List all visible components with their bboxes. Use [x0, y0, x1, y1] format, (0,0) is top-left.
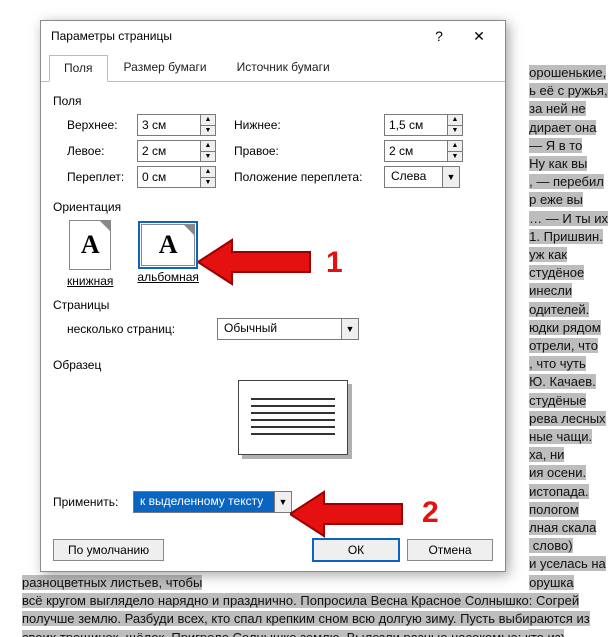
input-top[interactable]: ▲▼	[137, 114, 216, 136]
label-apply: Применить:	[53, 495, 133, 509]
page-setup-dialog: Параметры страницы ? ✕ Поля Размер бумаг…	[40, 20, 506, 572]
group-margins-title: Поля	[53, 94, 493, 108]
spin-up-icon[interactable]: ▲	[448, 115, 462, 126]
label-top: Верхнее:	[67, 118, 137, 132]
input-gutter[interactable]: ▲▼	[137, 166, 216, 188]
page-preview	[238, 380, 348, 455]
label-gutter: Переплет:	[67, 170, 137, 184]
spin-down-icon[interactable]: ▼	[201, 178, 215, 188]
label-right: Правое:	[234, 144, 384, 158]
input-right[interactable]: ▲▼	[384, 140, 463, 162]
group-pages-title: Страницы	[53, 298, 493, 312]
input-bottom-field[interactable]	[385, 115, 447, 135]
select-multi-pages-value: Обычный	[218, 319, 295, 337]
spin-up-icon[interactable]: ▲	[201, 167, 215, 178]
dialog-title: Параметры страницы	[51, 29, 419, 43]
set-default-button[interactable]: По умолчанию	[53, 539, 164, 561]
tab-paper-size[interactable]: Размер бумаги	[110, 55, 221, 81]
select-apply-to[interactable]: к выделенному тексту ▼	[133, 491, 292, 513]
help-button[interactable]: ?	[419, 22, 459, 50]
ok-button[interactable]: ОК	[313, 539, 399, 561]
chevron-down-icon[interactable]: ▼	[274, 492, 291, 512]
input-top-field[interactable]	[138, 115, 200, 135]
group-preview-title: Образец	[53, 358, 493, 372]
input-left[interactable]: ▲▼	[137, 140, 216, 162]
select-apply-to-value: к выделенному тексту	[134, 492, 274, 512]
label-left: Левое:	[67, 144, 137, 158]
select-gutter-pos-value: Слева	[385, 167, 444, 185]
annotation-number-1: 1	[326, 246, 343, 280]
spin-down-icon[interactable]: ▼	[201, 152, 215, 162]
spin-down-icon[interactable]: ▼	[201, 126, 215, 136]
spin-up-icon[interactable]: ▲	[201, 115, 215, 126]
spin-up-icon[interactable]: ▲	[448, 141, 462, 152]
orientation-landscape[interactable]: A альбомная	[137, 220, 199, 288]
label-gutter-pos: Положение переплета:	[234, 170, 384, 184]
spin-down-icon[interactable]: ▼	[448, 126, 462, 136]
label-bottom: Нижнее:	[234, 118, 384, 132]
label-multi-pages: несколько страниц:	[67, 322, 217, 336]
cancel-button[interactable]: Отмена	[407, 539, 493, 561]
select-multi-pages[interactable]: Обычный ▼	[217, 318, 359, 340]
chevron-down-icon[interactable]: ▼	[442, 167, 459, 187]
input-right-field[interactable]	[385, 141, 447, 161]
input-gutter-field[interactable]	[138, 167, 200, 187]
annotation-number-2: 2	[422, 496, 439, 530]
input-left-field[interactable]	[138, 141, 200, 161]
titlebar: Параметры страницы ? ✕	[41, 21, 505, 51]
select-gutter-pos[interactable]: Слева ▼	[384, 166, 460, 188]
tab-paper-source[interactable]: Источник бумаги	[223, 55, 344, 81]
tab-strip: Поля Размер бумаги Источник бумаги	[41, 51, 505, 82]
spin-up-icon[interactable]: ▲	[201, 141, 215, 152]
orientation-portrait-label: книжная	[67, 274, 113, 288]
orientation-portrait[interactable]: A книжная	[67, 220, 113, 288]
spin-down-icon[interactable]: ▼	[448, 152, 462, 162]
group-orientation-title: Ориентация	[53, 200, 493, 214]
chevron-down-icon[interactable]: ▼	[341, 319, 358, 339]
orientation-landscape-label: альбомная	[137, 270, 199, 284]
close-button[interactable]: ✕	[459, 22, 499, 50]
input-bottom[interactable]: ▲▼	[384, 114, 463, 136]
tab-margins[interactable]: Поля	[49, 55, 108, 82]
